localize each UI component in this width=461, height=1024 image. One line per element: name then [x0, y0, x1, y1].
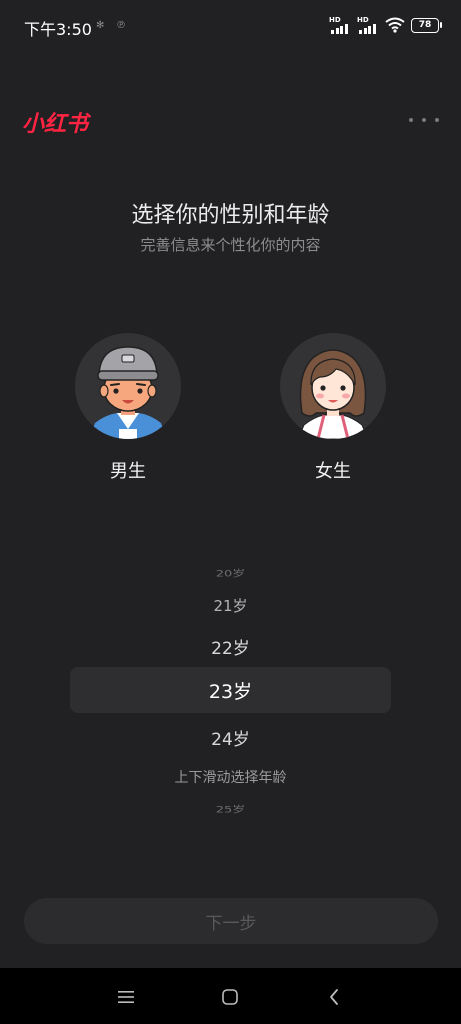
age-option[interactable]: 25岁 — [0, 802, 461, 816]
age-option-selected[interactable]: 23岁 — [0, 677, 461, 704]
age-option[interactable]: 22岁 — [0, 634, 461, 659]
next-button[interactable]: 下一步 — [24, 898, 438, 944]
menu-icon[interactable] — [111, 982, 141, 1012]
female-avatar — [280, 333, 386, 439]
page-subtitle: 完善信息来个性化你的内容 — [140, 236, 321, 254]
age-picker-hint: 上下滑动选择年龄 — [174, 770, 287, 786]
navigation-bar — [0, 968, 461, 1024]
screen: 下午3:50 ✻ ℗ HD HD 78 小红书 选择你的性别和年龄 完善信息来个… — [0, 0, 461, 1024]
home-icon[interactable] — [215, 982, 245, 1012]
battery-icon: 78 — [411, 17, 442, 33]
more-icon[interactable] — [409, 112, 439, 128]
wifi-icon — [385, 17, 405, 33]
status-bar: 下午3:50 ✻ ℗ HD HD 78 — [0, 0, 461, 56]
signal-icon: HD — [329, 16, 351, 34]
age-picker[interactable]: 20岁 21岁 22岁 23岁 24岁 上下滑动选择年龄 25岁 — [0, 545, 461, 835]
nfc-icon: ℗ — [116, 20, 126, 31]
notification-icon: ✻ — [96, 20, 105, 31]
gender-option-female[interactable]: 女生 — [280, 333, 386, 483]
age-option[interactable]: 21岁 — [0, 595, 461, 616]
male-label: 男生 — [110, 461, 146, 482]
female-label: 女生 — [315, 461, 351, 482]
status-icons: HD HD 78 — [329, 14, 442, 36]
page-title: 选择你的性别和年龄 — [131, 203, 330, 228]
male-avatar — [75, 333, 181, 439]
age-option[interactable]: 20岁 — [0, 566, 461, 580]
gender-option-male[interactable]: 男生 — [75, 333, 181, 483]
back-icon[interactable] — [319, 982, 349, 1012]
signal-icon: HD — [357, 16, 379, 34]
status-time: 下午3:50 — [24, 20, 92, 39]
age-option[interactable]: 24岁 — [0, 725, 461, 750]
app-logo: 小红书 — [22, 112, 89, 137]
